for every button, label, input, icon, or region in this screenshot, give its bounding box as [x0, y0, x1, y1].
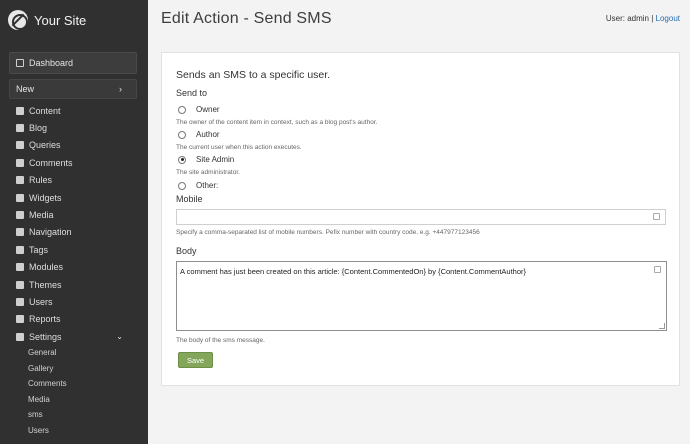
sidebar-item-label: Rules: [29, 175, 53, 186]
chevron-down-icon: ⌄: [116, 332, 123, 342]
dashboard-label: Dashboard: [29, 58, 74, 68]
mobile-label: Mobile: [176, 194, 203, 204]
radio-button-checked[interactable]: [178, 155, 186, 164]
sidebar-item-label: Users: [29, 296, 53, 307]
dashboard-icon: [16, 59, 24, 67]
content-icon: [16, 106, 24, 115]
modules-icon: [16, 263, 24, 272]
reports-icon: [16, 315, 24, 324]
radio-site-admin[interactable]: Site Admin: [178, 155, 234, 164]
sidebar-item-blog[interactable]: Blog: [0, 119, 148, 136]
form-card: Sends an SMS to a specific user. Send to…: [161, 52, 680, 386]
site-admin-hint: The site administrator.: [176, 169, 240, 176]
sidebar-item-content[interactable]: Content: [0, 102, 148, 119]
body-label: Body: [176, 246, 197, 256]
radio-button[interactable]: [178, 105, 186, 114]
resize-handle-icon[interactable]: [659, 323, 665, 329]
mobile-input[interactable]: [176, 209, 666, 225]
sidebar-item-label: Blog: [29, 123, 48, 134]
settings-sub-item-sms[interactable]: sms: [0, 407, 148, 423]
users-icon: [16, 297, 24, 306]
field-menu-icon[interactable]: [654, 266, 661, 273]
sidebar-item-modules[interactable]: Modules: [0, 259, 148, 276]
author-hint: The current user when this action execut…: [176, 144, 302, 151]
sidebar-item-label: Queries: [29, 140, 61, 151]
sidebar-item-label: Media: [29, 210, 54, 221]
navigation-icon: [16, 228, 24, 237]
sidebar-item-navigation[interactable]: Navigation: [0, 224, 148, 241]
radio-button[interactable]: [178, 181, 186, 190]
settings-submenu: General Gallery Comments Media sms Users: [0, 345, 148, 438]
sidebar-item-label: Reports: [29, 314, 61, 325]
site-name: Your Site: [34, 12, 87, 28]
user-info: User: admin | Logout: [606, 14, 680, 23]
radio-label: Author: [196, 130, 220, 139]
body-value: A comment has just been created on this …: [180, 267, 527, 276]
user-separator: |: [651, 14, 654, 23]
sidebar-item-label: Navigation: [29, 227, 72, 238]
sidebar-item-label: Tags: [29, 244, 49, 255]
radio-label: Owner: [196, 105, 220, 114]
radio-label: Site Admin: [196, 155, 235, 164]
sidebar-item-themes[interactable]: Themes: [0, 276, 148, 293]
sidebar-item-settings[interactable]: Settings ⌄: [0, 328, 148, 345]
sidebar-item-label: Comments: [29, 157, 73, 168]
sidebar-item-label: Settings: [29, 331, 62, 342]
media-icon: [16, 211, 24, 220]
sidebar-item-label: Themes: [29, 279, 62, 290]
body-hint: The body of the sms message.: [176, 337, 265, 344]
send-to-label: Send to: [176, 88, 208, 98]
settings-sub-item-media[interactable]: Media: [0, 392, 148, 408]
radio-other[interactable]: Other:: [178, 181, 218, 190]
sidebar: Your Site Dashboard New › Content Blog Q…: [0, 0, 148, 444]
radio-label: Other:: [196, 181, 219, 190]
settings-sub-item-comments[interactable]: Comments: [0, 376, 148, 392]
sidebar-item-label: Content: [29, 105, 61, 116]
brand[interactable]: Your Site: [0, 0, 148, 40]
new-label: New: [16, 84, 35, 94]
sidebar-item-comments[interactable]: Comments: [0, 154, 148, 171]
sidebar-nav: Content Blog Queries Comments Rules Widg…: [0, 102, 148, 345]
field-menu-icon[interactable]: [653, 213, 660, 220]
sidebar-item-label: Modules: [29, 262, 64, 273]
action-description: Sends an SMS to a specific user.: [176, 69, 331, 81]
body-textarea[interactable]: A comment has just been created on this …: [176, 261, 667, 331]
save-button[interactable]: Save: [178, 352, 213, 368]
dashboard-button[interactable]: Dashboard: [9, 52, 137, 74]
page-title: Edit Action - Send SMS: [161, 10, 332, 27]
settings-sub-item-gallery[interactable]: Gallery: [0, 361, 148, 377]
sidebar-item-widgets[interactable]: Widgets: [0, 189, 148, 206]
comments-icon: [16, 158, 24, 167]
owner-hint: The owner of the content item in context…: [176, 119, 378, 126]
rules-icon: [16, 176, 24, 185]
sidebar-item-users[interactable]: Users: [0, 293, 148, 310]
user-label: User: admin: [605, 14, 649, 23]
tag-icon: [16, 245, 24, 254]
radio-author[interactable]: Author: [178, 130, 220, 139]
new-menu-button[interactable]: New ›: [9, 79, 137, 99]
settings-sub-item-users[interactable]: Users: [0, 423, 148, 439]
settings-sub-item-general[interactable]: General: [0, 345, 148, 361]
mobile-hint: Specify a comma-separated list of mobile…: [176, 229, 480, 236]
site-logo-icon: [8, 10, 28, 30]
radio-button[interactable]: [178, 130, 186, 139]
logout-link[interactable]: Logout: [656, 14, 680, 23]
themes-icon: [16, 280, 24, 289]
chevron-right-icon: ›: [119, 84, 122, 94]
sidebar-item-media[interactable]: Media: [0, 206, 148, 223]
queries-icon: [16, 141, 24, 150]
blog-icon: [16, 124, 24, 133]
sidebar-item-rules[interactable]: Rules: [0, 172, 148, 189]
sidebar-item-label: Widgets: [29, 192, 62, 203]
sidebar-item-queries[interactable]: Queries: [0, 137, 148, 154]
sidebar-item-reports[interactable]: Reports: [0, 311, 148, 328]
sidebar-item-tags[interactable]: Tags: [0, 241, 148, 258]
gear-icon: [16, 332, 24, 341]
widgets-icon: [16, 193, 24, 202]
radio-owner[interactable]: Owner: [178, 105, 220, 114]
